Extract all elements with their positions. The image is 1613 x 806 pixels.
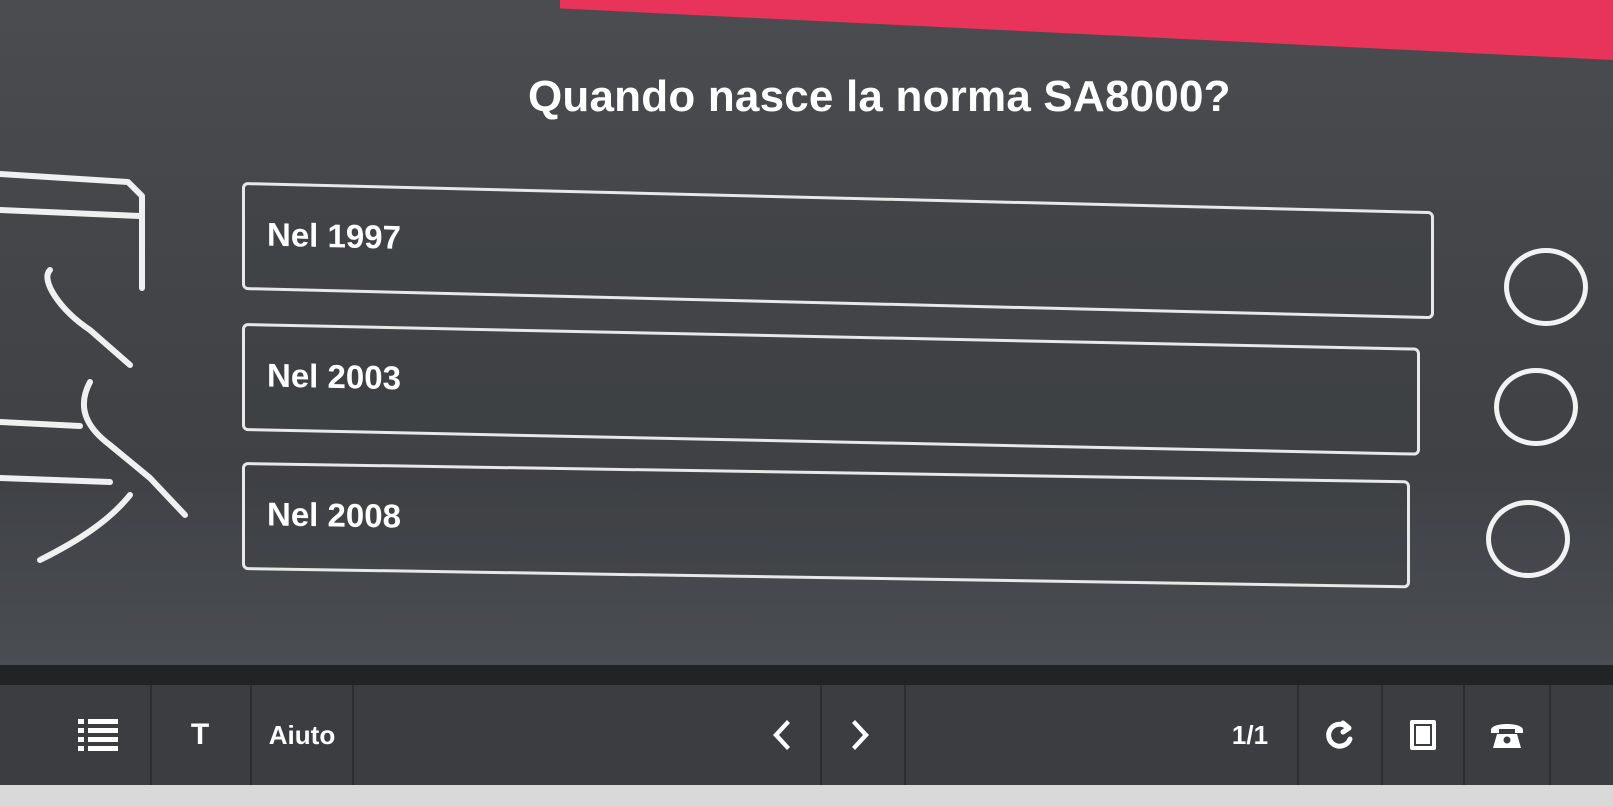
reload-button[interactable] (1299, 685, 1381, 785)
toolbar-divider (0, 665, 1613, 685)
reload-icon (1326, 720, 1353, 749)
help-button[interactable]: Aiuto (252, 685, 352, 785)
answer-radio-3[interactable] (1486, 500, 1570, 578)
chevron-right-icon (852, 720, 869, 750)
list-icon (78, 719, 118, 751)
answer-option-label: Nel 2003 (267, 356, 401, 397)
chevron-left-icon (773, 720, 790, 750)
quiz-stage: Quando nasce la norma SA8000? Nel 1997 N… (0, 0, 1613, 665)
answer-option-label: Nel 1997 (267, 215, 401, 256)
answer-option-1[interactable]: Nel 1997 (242, 182, 1434, 320)
bottom-strip (0, 785, 1613, 806)
answer-radio-1[interactable] (1504, 248, 1588, 326)
page-counter-text: 1/1 (1231, 719, 1269, 750)
phone-button[interactable] (1465, 685, 1549, 785)
accent-bar (560, 0, 1613, 60)
toolbar-separator (352, 685, 354, 785)
answer-radio-2[interactable] (1494, 368, 1578, 446)
answer-option-3[interactable]: Nel 2008 (242, 462, 1410, 589)
previous-button[interactable] (740, 685, 820, 785)
help-label: Aiuto (268, 719, 336, 750)
next-button[interactable] (822, 685, 902, 785)
bottom-toolbar: T Aiuto 1/1 (0, 685, 1613, 785)
answer-option-label: Nel 2008 (267, 495, 401, 535)
text-icon: T (190, 718, 210, 751)
text-size-button[interactable]: T (152, 685, 248, 785)
page-counter: 1/1 (1205, 685, 1295, 785)
toolbar-separator (1549, 685, 1551, 785)
toolbar-separator (904, 685, 906, 785)
decorative-line-art (0, 171, 188, 563)
answer-option-2[interactable]: Nel 2003 (242, 323, 1420, 456)
phone-icon (1491, 724, 1523, 748)
question-text: Quando nasce la norma SA8000? (528, 72, 1231, 121)
notebook-icon (1410, 720, 1436, 750)
notebook-button[interactable] (1383, 685, 1463, 785)
menu-button[interactable] (48, 685, 148, 785)
